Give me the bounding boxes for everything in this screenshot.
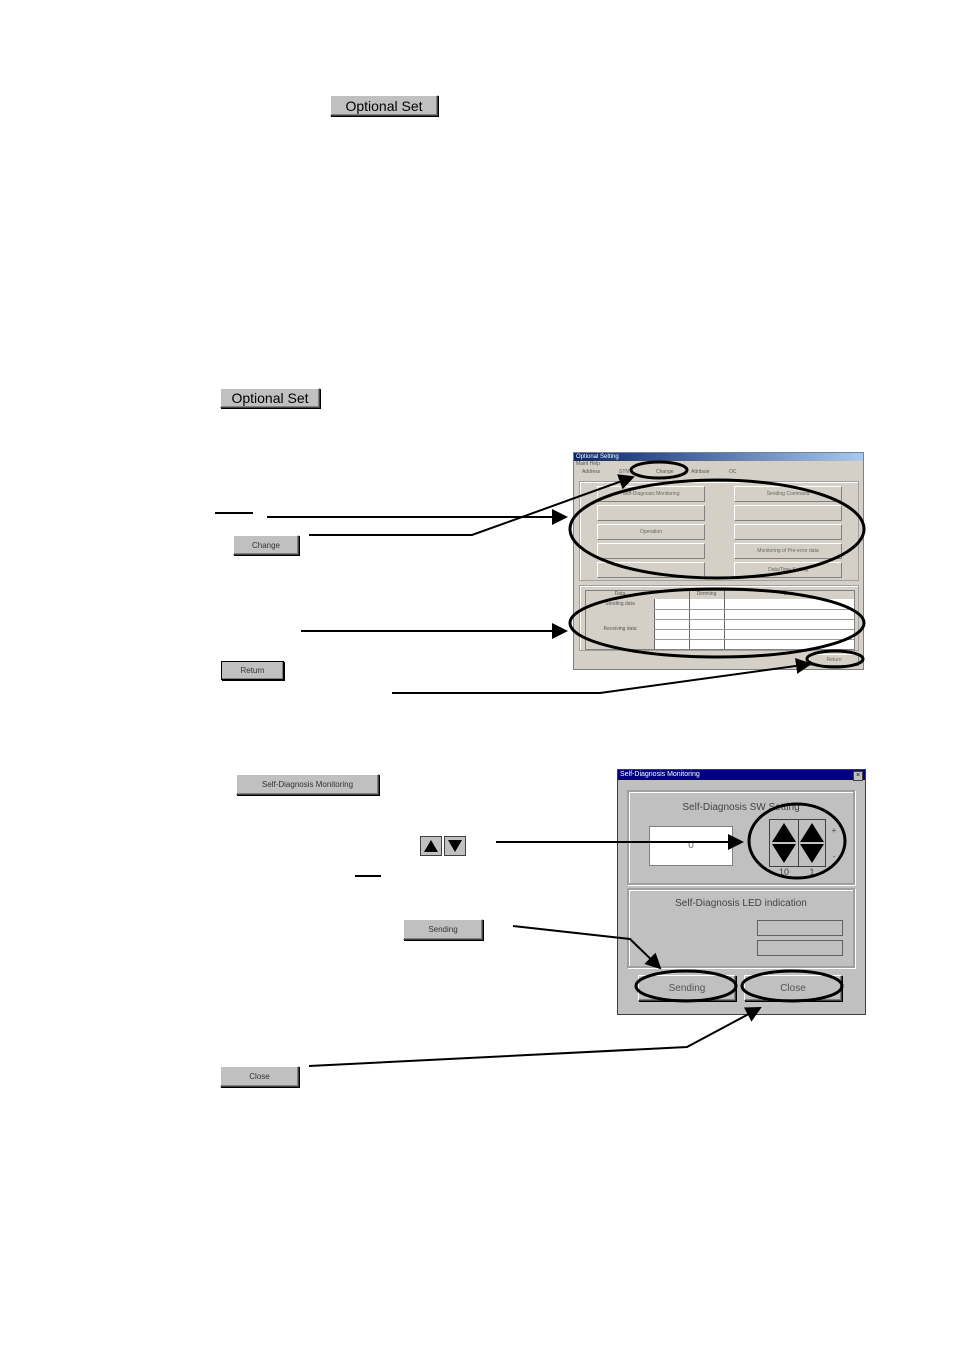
optional-set-button-top[interactable]: Optional Set (330, 95, 438, 116)
dialog-titlebar: Self-Diagnosis Monitoring (618, 770, 865, 780)
row-sending-data: Sending data (586, 599, 654, 609)
optional-set-button[interactable]: Optional Set (220, 388, 320, 408)
return-btn-screenshot[interactable]: Return (809, 654, 859, 666)
blank-btn-l2[interactable] (597, 505, 705, 521)
menu-bar[interactable]: Maint Help (576, 461, 600, 467)
close-button[interactable]: Close (220, 1066, 299, 1087)
tab-oc[interactable]: OC (729, 469, 737, 475)
sending-command-btn[interactable]: Sending Command (734, 486, 842, 502)
label-10: 10 (778, 867, 789, 877)
operation-btn[interactable]: Operation (597, 524, 705, 540)
arrow-to-close (308, 1007, 762, 1067)
self-diagnosis-dialog: Self-Diagnosis Monitoring × Self-Diagnos… (617, 769, 866, 1015)
tab-stn[interactable]: STN (619, 469, 629, 475)
sw-setting-frame: Self-Diagnosis SW Setting 0 10 1 + - (627, 790, 855, 885)
th-data2: Data (724, 591, 854, 599)
spinner-tens[interactable] (770, 820, 799, 866)
return-button[interactable]: Return (221, 661, 284, 680)
self-diagnosis-monitoring-button[interactable]: Self-Diagnosis Monitoring (236, 774, 379, 795)
up-arrow-icon[interactable] (420, 836, 442, 856)
blank-btn-r2[interactable] (734, 505, 842, 521)
led-label: Self-Diagnosis LED indication (675, 898, 807, 909)
data-time-setting-btn[interactable]: Data/Time Setting (734, 562, 842, 578)
change-button[interactable]: Change (233, 535, 299, 555)
led-field-2 (757, 940, 843, 956)
tab-change[interactable]: Change (656, 469, 674, 475)
window-titlebar: Optional Setting (574, 453, 863, 461)
th-dimming: Dimming (689, 591, 725, 599)
command-group: Self-Diagnosis Monitoring Operation Send… (579, 481, 859, 581)
minus-label: - (832, 852, 836, 861)
data-table-group: Data Dimming Data Sending data Receiving… (579, 585, 859, 651)
self-diagnosis-monitoring-btn[interactable]: Self-Diagnosis Monitoring (597, 486, 705, 502)
pre-error-data-btn[interactable]: Monitoring of Pre-error data (734, 543, 842, 559)
data-table: Data Dimming Data Sending data Receiving… (585, 590, 855, 650)
led-frame: Self-Diagnosis LED indication (627, 888, 855, 968)
dialog-close-button[interactable]: Close (744, 975, 842, 1001)
sw-setting-label: Self-Diagnosis SW Setting (682, 802, 800, 813)
spinner-ones[interactable] (798, 820, 826, 866)
sending-button[interactable]: Sending (403, 919, 483, 940)
optional-setting-window: Optional Setting Maint Help Address STN … (573, 452, 864, 670)
down-arrow-icon[interactable] (444, 836, 466, 856)
blank-btn-r3[interactable] (734, 524, 842, 540)
sw-value: 0 (688, 840, 694, 851)
th-blank (654, 591, 690, 599)
sw-value-field[interactable]: 0 (649, 826, 733, 866)
dialog-sending-button[interactable]: Sending (638, 975, 736, 1001)
close-x-icon[interactable]: × (853, 771, 863, 781)
row-receiving-data: Receiving data (586, 609, 654, 649)
tab-attribute[interactable]: Attribute (691, 469, 710, 475)
th-data: Data (586, 591, 655, 599)
tab-address[interactable]: Address (582, 469, 600, 475)
underline-mark (215, 512, 253, 514)
blank-btn-l5[interactable] (597, 562, 705, 578)
blank-btn-l4[interactable] (597, 543, 705, 559)
underline-mark-2 (355, 875, 381, 877)
updown-arrows[interactable] (420, 836, 468, 858)
label-1: 1 (809, 867, 815, 877)
plus-label: + (831, 826, 837, 835)
led-field-1 (757, 920, 843, 936)
annotation-overlay (267, 460, 866, 1067)
spinner-group (769, 819, 826, 867)
